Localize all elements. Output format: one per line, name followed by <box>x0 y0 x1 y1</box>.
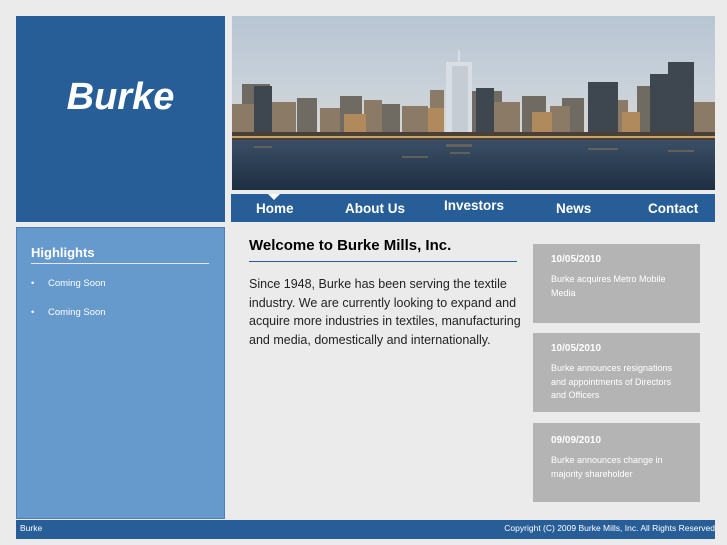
news-date: 10/05/2010 <box>551 343 602 354</box>
highlight-item-label: Coming Soon <box>48 307 106 318</box>
nav-contact[interactable]: Contact <box>648 194 698 222</box>
highlights-sidebar: Highlights • Coming Soon • Coming Soon <box>16 227 225 519</box>
copyright-notice: Copyright (C) 2009 Burke Mills, Inc. All… <box>504 523 715 533</box>
highlights-divider <box>31 263 209 264</box>
main-nav: Home About Us Investors News Contact <box>231 194 715 222</box>
logo-text: Burke <box>66 76 175 118</box>
highlights-title: Highlights <box>31 245 95 260</box>
bullet-icon: • <box>31 278 35 289</box>
news-card[interactable]: 10/05/2010 Burke announces resignations … <box>533 333 700 412</box>
news-headline[interactable]: Burke acquires Metro Mobile Media <box>551 273 686 300</box>
banner-image <box>232 16 715 190</box>
nav-news[interactable]: News <box>556 194 591 222</box>
nav-investors[interactable]: Investors <box>444 191 504 219</box>
footer: Burke Copyright (C) 2009 Burke Mills, In… <box>16 520 715 539</box>
news-card[interactable]: 10/05/2010 Burke acquires Metro Mobile M… <box>533 244 700 323</box>
nav-home[interactable]: Home <box>256 194 294 222</box>
news-headline[interactable]: Burke announces resignations and appoint… <box>551 362 686 403</box>
footer-brand: Burke <box>20 523 43 533</box>
news-card[interactable]: 09/09/2010 Burke announces change in maj… <box>533 423 700 502</box>
highlight-item[interactable]: • Coming Soon <box>31 307 106 318</box>
page-title: Welcome to Burke Mills, Inc. <box>249 237 452 254</box>
highlight-item[interactable]: • Coming Soon <box>31 278 106 289</box>
news-headline[interactable]: Burke announces change in majority share… <box>551 454 686 481</box>
news-date: 09/09/2010 <box>551 435 602 446</box>
news-date: 10/05/2010 <box>551 254 602 265</box>
bullet-icon: • <box>31 307 35 318</box>
title-divider <box>249 261 517 262</box>
highlight-item-label: Coming Soon <box>48 278 106 289</box>
intro-paragraph: Since 1948, Burke has been serving the t… <box>249 277 521 347</box>
nav-about-us[interactable]: About Us <box>345 194 405 222</box>
city-skyline-illustration <box>232 16 715 190</box>
logo-block[interactable]: Burke <box>16 16 225 222</box>
